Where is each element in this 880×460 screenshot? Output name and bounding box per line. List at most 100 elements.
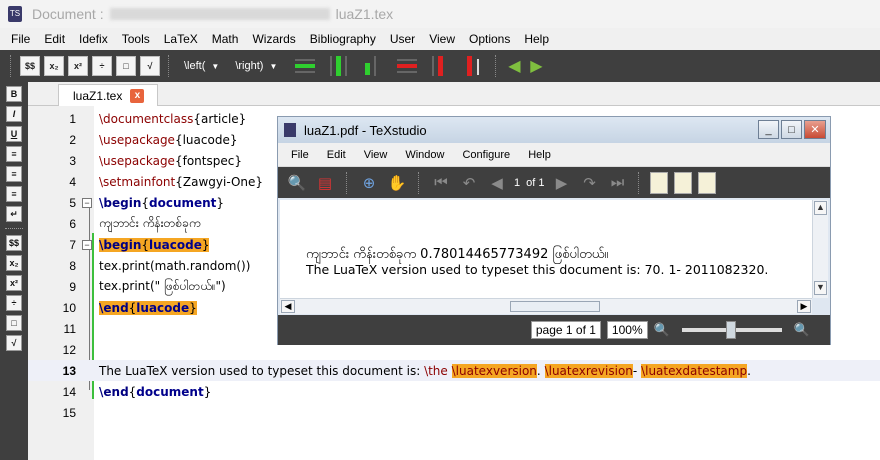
tab-luaz1[interactable]: luaZ1.tex x [58,84,158,106]
zoom-out-icon[interactable]: 🔍 [654,322,670,338]
code-line: \end{document} [99,384,212,399]
single-page-view-icon[interactable] [650,171,669,194]
menu-idefix[interactable]: Idefix [72,32,115,46]
blurred-path [109,8,330,20]
math-toolbar: $$ x₂ x² ÷ □ √ \left( ▼ \right) ▼ ◀ ▶ [0,50,880,82]
close-icon[interactable]: x [130,88,145,103]
line-number: 12 [62,342,76,357]
pdf-page-area[interactable]: ကျဘာင်း ကိန်းတစ်ခုက 0.78014465773492 ဖြစ… [280,200,812,298]
chevron-down-icon: ▼ [269,61,278,71]
next-page-icon[interactable]: ▶ [550,172,572,194]
display-math-button[interactable]: $$ [20,56,40,76]
pdf-menu-window[interactable]: Window [396,149,453,161]
align-center-button[interactable]: ≡ [6,166,22,182]
pdf-file-icon[interactable]: ▤ [314,172,336,194]
scroll-thumb[interactable] [510,301,600,312]
page-number-field[interactable]: 1 [514,177,520,189]
pdf-menu-file[interactable]: File [282,149,318,161]
code-line: \usepackage{fontspec} [99,153,242,168]
zoom-in-icon[interactable]: 🔍 [794,322,810,338]
zoom-slider-handle[interactable] [725,321,736,339]
toolbar-separator [638,171,640,194]
zoom-level[interactable]: 100% [606,321,648,339]
align-right-button[interactable]: ≡ [6,186,22,202]
subscript-button[interactable]: x₂ [6,255,22,271]
line-number: 2 [69,132,76,147]
editor-current-line: 13 The LuaTeX version used to typeset th… [28,360,880,381]
previous-page-icon[interactable]: ◀ [486,172,508,194]
remove-column-right-icon[interactable] [463,55,487,77]
code-line: ကျဘာင်း ကိန်းတစ်ခုက [99,215,201,230]
menubar: File Edit Idefix Tools LaTeX Math Wizard… [0,28,880,50]
add-column-icon[interactable] [327,55,351,77]
dfrac-button[interactable]: □ [116,56,136,76]
menu-wizards[interactable]: Wizards [245,32,302,46]
menu-latex[interactable]: LaTeX [157,32,205,46]
left-delimiter-value: \left( [184,60,206,72]
continuous-view-icon[interactable] [674,171,693,194]
right-delimiter-combo[interactable]: \right) ▼ [229,56,283,76]
underline-button[interactable]: U [6,126,22,142]
superscript-button[interactable]: x² [68,56,88,76]
editor-line: 15 [28,402,880,423]
add-column-left-icon[interactable] [361,55,385,77]
line-number: 1 [69,111,76,126]
minimize-icon[interactable]: _ [758,120,779,139]
scroll-right-icon[interactable]: ▶ [797,300,811,313]
vertical-scrollbar[interactable]: ▲ ▼ [812,200,828,298]
subscript-button[interactable]: x₂ [44,56,64,76]
code-line: \setmainfont{Zawgyi-One} [99,174,264,189]
scroll-left-icon[interactable]: ◀ [281,300,295,313]
last-page-icon[interactable]: ⏭ [606,172,628,194]
left-delimiter-combo[interactable]: \left( ▼ [178,56,225,76]
zoom-slider[interactable] [681,321,782,339]
sqrt-button[interactable]: √ [140,56,160,76]
find-in-source-icon[interactable]: 🔍 [286,172,308,194]
display-math-button[interactable]: $$ [6,235,22,251]
menu-options[interactable]: Options [462,32,517,46]
forward-arrow-icon[interactable]: ▶ [527,57,545,75]
maximize-icon[interactable]: □ [781,120,802,139]
add-row-icon[interactable] [293,55,317,77]
pdf-menu-configure[interactable]: Configure [453,149,519,161]
scroll-up-icon[interactable]: ▲ [814,201,827,215]
pdf-menu-help[interactable]: Help [519,149,560,161]
scroll-down-icon[interactable]: ▼ [814,281,827,295]
dfrac-button[interactable]: □ [6,315,22,331]
pdf-menu-edit[interactable]: Edit [318,149,355,161]
menu-math[interactable]: Math [205,32,246,46]
horizontal-scrollbar[interactable]: ◀ ▶ [280,298,812,314]
italic-button[interactable]: I [6,106,22,122]
pdf-content-line: The LuaTeX version used to typeset this … [306,262,769,277]
fold-toggle-icon[interactable]: − [82,239,92,250]
menu-bibliography[interactable]: Bibliography [303,32,383,46]
sqrt-button[interactable]: √ [6,335,22,351]
back-arrow-icon[interactable]: ◀ [505,57,523,75]
menu-tools[interactable]: Tools [115,32,157,46]
newline-button[interactable]: ↵ [6,206,22,222]
remove-column-icon[interactable] [429,55,453,77]
remove-row-icon[interactable] [395,55,419,77]
bold-button[interactable]: B [6,86,22,102]
close-icon[interactable]: ✕ [804,120,826,139]
superscript-button[interactable]: x² [6,275,22,291]
menu-edit[interactable]: Edit [37,32,72,46]
first-page-icon[interactable]: ⏮ [430,172,452,194]
menu-view[interactable]: View [422,32,462,46]
hand-pan-icon[interactable]: ✋ [386,172,408,194]
history-back-icon[interactable]: ↶ [458,172,480,194]
menu-help[interactable]: Help [517,32,556,46]
fraction-button[interactable]: ÷ [92,56,112,76]
fold-toggle-icon[interactable]: − [82,197,92,208]
menu-file[interactable]: File [4,32,37,46]
menu-user[interactable]: User [383,32,422,46]
magnifier-icon[interactable]: ⊕ [358,172,380,194]
pdf-title-bar[interactable]: luaZ1.pdf - TeXstudio _ □ ✕ [278,117,830,143]
history-forward-icon[interactable]: ↷ [578,172,600,194]
pdf-menu-view[interactable]: View [355,149,397,161]
fit-width-icon[interactable] [698,171,717,194]
fraction-button[interactable]: ÷ [6,295,22,311]
code-line: \begin{document} [99,195,225,210]
scroll-track[interactable] [813,216,828,280]
align-left-button[interactable]: ≡ [6,146,22,162]
